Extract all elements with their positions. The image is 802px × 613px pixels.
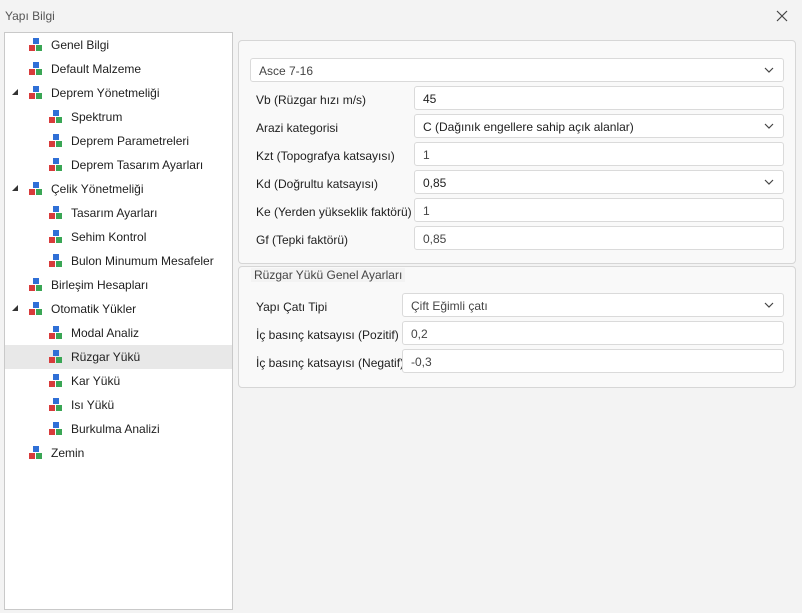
tree-item-birlesim-hesaplari[interactable]: Birleşim Hesapları	[5, 273, 232, 297]
wind-code-value: Asce 7-16	[259, 64, 314, 78]
kzt-value: 1	[423, 148, 430, 162]
vb-value: 45	[423, 92, 437, 106]
tree-item-deprem-tasarim-ayarlari[interactable]: Deprem Tasarım Ayarları	[5, 153, 232, 177]
node-icon	[29, 302, 43, 316]
tree-item-isi-yuku[interactable]: Isı Yükü	[5, 393, 232, 417]
tree-item-label: Burkulma Analizi	[71, 422, 160, 436]
node-icon	[49, 374, 63, 388]
tree-item-celik-yonetmeligi[interactable]: Çelik Yönetmeliği	[5, 177, 232, 201]
navigation-tree: Genel Bilgi Default Malzeme Deprem Yönet…	[4, 32, 233, 610]
tree-item-ruzgar-yuku[interactable]: Rüzgar Yükü	[5, 345, 232, 369]
terrain-label: Arazi kategorisi	[256, 121, 339, 135]
terrain-value: C (Dağınık engellere sahip açık alanlar)	[423, 120, 634, 134]
roof-type-value: Çift Eğimli çatı	[411, 299, 488, 313]
tree-item-label: Bulon Minumum Mesafeler	[71, 254, 214, 268]
tree-item-zemin[interactable]: Zemin	[5, 441, 232, 465]
tree-item-spektrum[interactable]: Spektrum	[5, 105, 232, 129]
internal-pressure-negative-input[interactable]: -0,3	[402, 349, 784, 373]
chevron-down-icon	[764, 179, 774, 185]
vb-label: Vb (Rüzgar hızı m/s)	[256, 93, 367, 107]
tree-item-genel-bilgi[interactable]: Genel Bilgi	[5, 33, 232, 57]
tree-item-tasarim-ayarlari[interactable]: Tasarım Ayarları	[5, 201, 232, 225]
internal-pressure-positive-label: İç basınç katsayısı (Pozitif)	[256, 328, 399, 342]
node-icon	[49, 110, 63, 124]
close-icon	[776, 10, 788, 22]
gf-label: Gf (Tepki faktörü)	[256, 233, 349, 247]
node-icon	[29, 38, 43, 52]
roof-type-dropdown[interactable]: Çift Eğimli çatı	[402, 293, 784, 317]
tree-item-label: Modal Analiz	[71, 326, 140, 340]
kd-label: Kd (Doğrultu katsayısı)	[256, 177, 379, 191]
vb-input[interactable]: 45	[414, 86, 784, 110]
tree-item-kar-yuku[interactable]: Kar Yükü	[5, 369, 232, 393]
internal-pressure-positive-input[interactable]: 0,2	[402, 321, 784, 345]
tree-item-default-malzeme[interactable]: Default Malzeme	[5, 57, 232, 81]
chevron-down-icon	[764, 67, 774, 73]
tree-item-otomatik-yukler[interactable]: Otomatik Yükler	[5, 297, 232, 321]
node-icon	[29, 278, 43, 292]
tree-item-label: Deprem Parametreleri	[71, 134, 190, 148]
chevron-down-icon	[764, 123, 774, 129]
node-icon	[49, 350, 63, 364]
node-icon	[49, 254, 63, 268]
tree-item-label: Spektrum	[71, 110, 123, 124]
roof-type-label: Yapı Çatı Tipi	[256, 300, 328, 314]
kd-value: 0,85	[423, 176, 447, 190]
terrain-dropdown[interactable]: C (Dağınık engellere sahip açık alanlar)	[414, 114, 784, 138]
node-icon	[49, 134, 63, 148]
tree-item-label: Deprem Tasarım Ayarları	[71, 158, 204, 172]
gf-input[interactable]: 0,85	[414, 226, 784, 250]
tree-item-label: Rüzgar Yükü	[71, 350, 141, 364]
node-icon	[49, 398, 63, 412]
node-icon	[29, 182, 43, 196]
tree-item-deprem-parametreleri[interactable]: Deprem Parametreleri	[5, 129, 232, 153]
title-bar: Yapı Bilgi	[0, 0, 802, 32]
tree-item-label: Genel Bilgi	[51, 38, 110, 52]
group-title: Rüzgar Yükü Genel Ayarları	[251, 268, 406, 282]
node-icon	[29, 62, 43, 76]
tree-item-label: Çelik Yönetmeliği	[51, 182, 144, 196]
tree-item-label: Birleşim Hesapları	[51, 278, 149, 292]
tree-item-label: Tasarım Ayarları	[71, 206, 158, 220]
tree-item-deprem-yonetmeligi[interactable]: Deprem Yönetmeliği	[5, 81, 232, 105]
node-icon	[49, 206, 63, 220]
chevron-down-icon	[764, 302, 774, 308]
tree-item-label: Otomatik Yükler	[51, 302, 137, 316]
gf-value: 0,85	[423, 232, 447, 246]
tree-item-modal-analiz[interactable]: Modal Analiz	[5, 321, 232, 345]
kd-dropdown[interactable]: 0,85	[414, 170, 784, 194]
node-icon	[29, 446, 43, 460]
ke-input[interactable]: 1	[414, 198, 784, 222]
node-icon	[49, 422, 63, 436]
node-icon	[49, 230, 63, 244]
close-button[interactable]	[770, 4, 794, 28]
internal-pressure-positive-value: 0,2	[411, 327, 428, 341]
node-icon	[49, 326, 63, 340]
tree-item-burkulma-analizi[interactable]: Burkulma Analizi	[5, 417, 232, 441]
internal-pressure-negative-label: İç basınç katsayısı (Negatif)	[256, 356, 405, 370]
tree-item-label: Kar Yükü	[71, 374, 121, 388]
tree-item-label: Sehim Kontrol	[71, 230, 147, 244]
node-icon	[49, 158, 63, 172]
kzt-label: Kzt (Topografya katsayısı)	[256, 149, 395, 163]
tree-item-sehim-kontrol[interactable]: Sehim Kontrol	[5, 225, 232, 249]
ke-label: Ke (Yerden yükseklik faktörü)	[256, 205, 412, 219]
ke-value: 1	[423, 204, 430, 218]
node-icon	[29, 86, 43, 100]
tree-item-label: Default Malzeme	[51, 62, 142, 76]
tree-item-label: Zemin	[51, 446, 85, 460]
tree-item-label: Isı Yükü	[71, 398, 115, 412]
kzt-input[interactable]: 1	[414, 142, 784, 166]
wind-code-dropdown[interactable]: Asce 7-16	[250, 58, 784, 82]
window-title: Yapı Bilgi	[5, 9, 55, 23]
internal-pressure-negative-value: -0,3	[411, 355, 432, 369]
tree-item-bulon-minumum-mesafeler[interactable]: Bulon Minumum Mesafeler	[5, 249, 232, 273]
tree-item-label: Deprem Yönetmeliği	[51, 86, 160, 100]
